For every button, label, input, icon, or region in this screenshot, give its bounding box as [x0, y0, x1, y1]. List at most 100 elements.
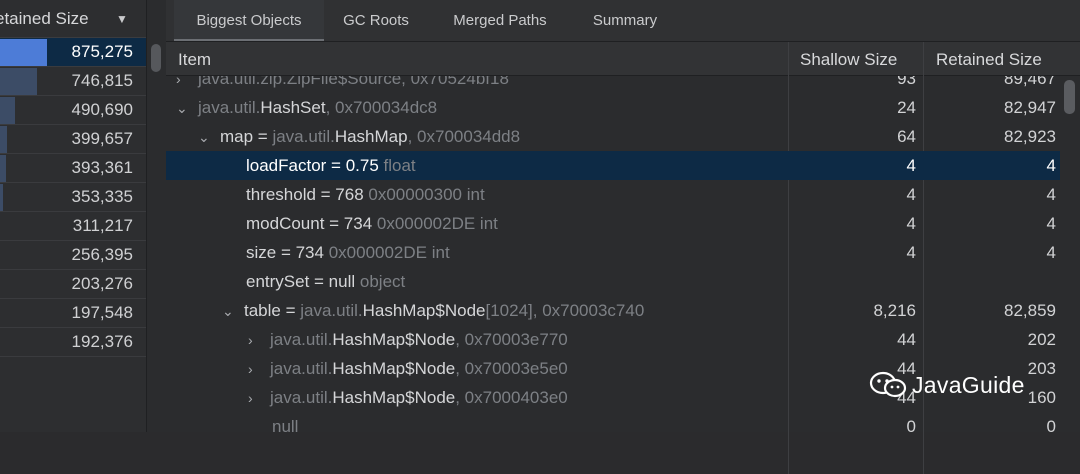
tree-item: › java.util.HashMap$Node, 0x7000403e0	[248, 383, 568, 412]
tree-item: ⌄ table = java.util.HashMap$Node[1024], 0…	[222, 296, 644, 325]
tree-row[interactable]: entrySet = null object	[166, 267, 1060, 296]
tree-row[interactable]: ⌄ map = java.util.HashMap, 0x700034dd8 64 8…	[166, 122, 1060, 151]
item-text: modCount = 734	[246, 214, 373, 233]
tree-item: › java.util.zip.ZipFile$Source, 0x70524bf…	[176, 76, 509, 93]
item-text: java.util.zip.ZipFile$Source, 0x70524bf1…	[198, 76, 509, 88]
collapsed-chevron-icon[interactable]: ›	[248, 326, 270, 355]
retained-size-value: 4	[1046, 185, 1056, 204]
item-text: map =	[220, 127, 273, 146]
shallow-size-value: 24	[897, 98, 916, 117]
retained-size-row[interactable]: 192,376	[0, 328, 146, 357]
tree-scrollbar[interactable]	[1064, 80, 1075, 114]
collapsed-chevron-icon[interactable]: ›	[176, 76, 198, 94]
retained-size-value: 393,361	[71, 158, 133, 177]
retained-size-value: 192,376	[71, 332, 133, 351]
item-text: java.util.	[300, 301, 363, 320]
retained-size-value: 203	[1027, 359, 1056, 378]
retained-size-value: 203,276	[71, 274, 133, 293]
item-text: HashMap$Node	[332, 388, 456, 407]
column-header-row: Item Shallow Size Retained Size	[166, 42, 1080, 76]
tree-row[interactable]: size = 734 0x000002DE int 4 4	[166, 238, 1060, 267]
retained-size-value: 82,859	[1004, 301, 1056, 320]
item-text: , 0x7000403e0	[455, 388, 568, 407]
shallow-size-value: 8,216	[873, 301, 916, 320]
retained-size-bar	[0, 155, 6, 182]
retained-size-bar	[0, 126, 7, 153]
retained-size-value: 89,467	[1004, 76, 1056, 88]
retained-size-column-header[interactable]: etained Size ▼	[0, 0, 146, 38]
tree-item: ⌄ java.util.HashSet, 0x700034dc8	[176, 93, 437, 122]
item-text: , 0x700034dc8	[325, 98, 438, 117]
shallow-size-value: 93	[897, 76, 916, 88]
tree-row[interactable]: null 0 0	[166, 412, 1060, 432]
tree-row[interactable]: › java.util.HashMap$Node, 0x70003e770 44 20…	[166, 325, 1060, 354]
retained-size-bar	[0, 97, 15, 124]
retained-size-value: 399,657	[71, 129, 133, 148]
item-text: java.util.	[272, 127, 335, 146]
retained-size-value: 311,217	[72, 216, 133, 235]
item-text: object	[355, 272, 406, 291]
retained-size-column-header-right[interactable]: Retained Size	[936, 42, 1042, 75]
tab-gc-roots[interactable]: GC Roots	[332, 0, 420, 41]
retained-size-row[interactable]: 490,690	[0, 96, 146, 125]
left-scrollbar[interactable]	[151, 44, 161, 72]
retained-size-row[interactable]: 875,275	[0, 38, 146, 67]
item-text: HashSet	[260, 98, 326, 117]
retained-size-row[interactable]: 393,361	[0, 154, 146, 183]
tree-item: threshold = 768 0x00000300 int	[246, 180, 485, 209]
shallow-size-value: 4	[906, 185, 916, 204]
collapsed-chevron-icon[interactable]: ›	[248, 355, 270, 384]
shallow-size-value: 4	[906, 243, 916, 262]
tree-item: › java.util.HashMap$Node, 0x70003e5e0	[248, 354, 568, 383]
item-text: java.util.	[270, 388, 333, 407]
tree-row[interactable]: threshold = 768 0x00000300 int 4 4	[166, 180, 1060, 209]
item-text: java.util.	[270, 359, 333, 378]
retained-size-bar	[0, 184, 3, 211]
expanded-chevron-icon[interactable]: ⌄	[176, 94, 198, 123]
tree-row[interactable]: › java.util.zip.ZipFile$Source, 0x70524bf…	[166, 76, 1060, 93]
retained-size-value: 4	[1046, 214, 1056, 233]
shallow-size-value: 44	[897, 330, 916, 349]
tree-item: entrySet = null object	[246, 267, 405, 296]
shallow-size-value: 64	[897, 127, 916, 146]
expanded-chevron-icon[interactable]: ⌄	[222, 297, 244, 326]
item-text: 0x00000300 int	[363, 185, 485, 204]
tab-bar: Biggest Objects GC Roots Merged Paths Su…	[166, 0, 1080, 42]
tree-row[interactable]: ⌄ table = java.util.HashMap$Node[1024], 0…	[166, 296, 1060, 325]
item-column-header[interactable]: Item	[178, 42, 211, 75]
retained-size-value: 875,275	[71, 42, 133, 61]
retained-size-header-label: etained Size	[0, 9, 89, 28]
retained-size-row[interactable]: 746,815	[0, 67, 146, 96]
retained-size-row[interactable]: 311,217	[0, 212, 146, 241]
tab-merged-paths[interactable]: Merged Paths	[440, 0, 560, 41]
watermark: JavaGuide	[868, 368, 1025, 402]
item-text: 0x000002DE int	[372, 214, 498, 233]
tree-item: size = 734 0x000002DE int	[246, 238, 450, 267]
tab-biggest-objects[interactable]: Biggest Objects	[174, 0, 324, 41]
retained-size-row[interactable]: 203,276	[0, 270, 146, 299]
sort-descending-icon[interactable]: ▼	[116, 0, 128, 37]
watermark-text: JavaGuide	[912, 371, 1025, 398]
retained-size-value: 4	[1046, 243, 1056, 262]
item-text: [1024], 0x70003c740	[485, 301, 645, 320]
expanded-chevron-icon[interactable]: ⌄	[198, 123, 220, 152]
retained-size-value: 197,548	[71, 303, 133, 322]
retained-size-value: 4	[1046, 156, 1056, 175]
tree-row[interactable]: modCount = 734 0x000002DE int 4 4	[166, 209, 1060, 238]
item-text: entrySet = null	[246, 272, 356, 291]
shallow-size-column-header[interactable]: Shallow Size	[800, 42, 897, 75]
retained-size-row[interactable]: 353,335	[0, 183, 146, 212]
retained-size-value: 0	[1046, 417, 1056, 432]
collapsed-chevron-icon[interactable]: ›	[248, 384, 270, 413]
retained-size-row[interactable]: 197,548	[0, 299, 146, 328]
tree-item: ⌄ map = java.util.HashMap, 0x700034dd8	[198, 122, 520, 151]
item-text: , 0x700034dd8	[407, 127, 521, 146]
tree-row[interactable]: ⌄ java.util.HashSet, 0x700034dc8 24 82,947	[166, 93, 1060, 122]
retained-size-row[interactable]: 399,657	[0, 125, 146, 154]
tab-summary[interactable]: Summary	[580, 0, 670, 41]
item-text: HashMap$Node	[332, 330, 456, 349]
item-text: java.util.	[270, 330, 333, 349]
retained-size-row[interactable]: 256,395	[0, 241, 146, 270]
tree-row[interactable]: loadFactor = 0.75 float 4 4	[166, 151, 1060, 180]
item-text: HashMap$Node	[332, 359, 456, 378]
